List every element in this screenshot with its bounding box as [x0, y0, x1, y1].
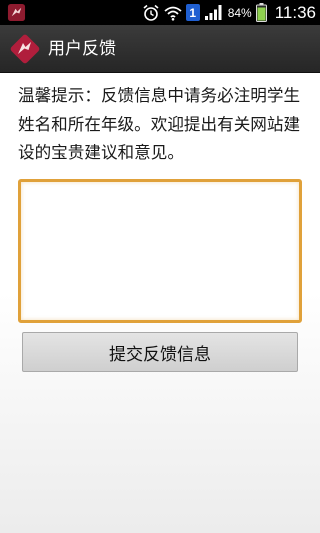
wifi-icon [164, 6, 182, 21]
status-bar: 1 84% 11:36 [0, 0, 320, 25]
alarm-icon [143, 4, 159, 21]
page-title: 用户反馈 [48, 39, 116, 59]
battery-percent: 84% [227, 5, 252, 20]
signal-icon [204, 5, 222, 20]
feedback-tip-text: 温馨提示：反馈信息中请务必注明学生姓名和所在年级。欢迎提出有关网站建设的宝贵建议… [18, 86, 301, 162]
app-notification-icon [7, 3, 26, 22]
app-logo-icon[interactable] [10, 34, 40, 64]
battery-icon [255, 3, 267, 22]
status-clock: 11:36 [274, 2, 316, 22]
feedback-input[interactable] [18, 179, 302, 323]
notification-badge: 1 [185, 4, 200, 21]
action-bar: 用户反馈 [0, 25, 320, 73]
submit-feedback-button[interactable]: 提交反馈信息 [22, 332, 298, 372]
